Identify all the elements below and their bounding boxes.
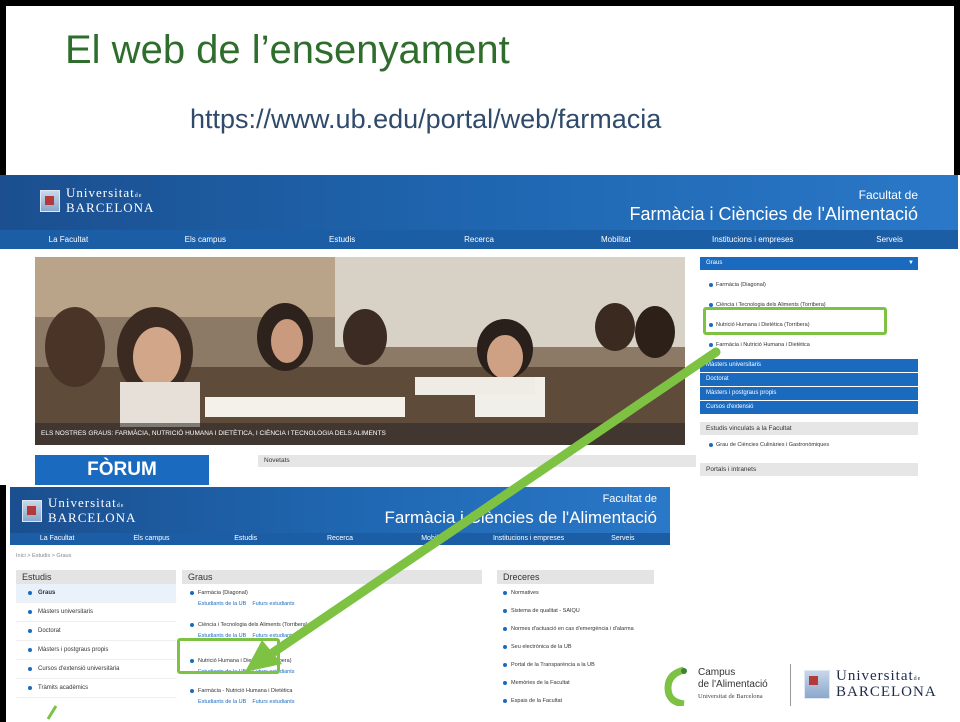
grau-block: Farmàcia - Nutrició Humana i Dietètica E… bbox=[182, 686, 482, 710]
nav-item[interactable]: Els campus bbox=[104, 533, 198, 545]
estudis-item[interactable]: Cursos d'extensió universitària bbox=[16, 660, 176, 679]
news-header: Novetats bbox=[258, 455, 696, 467]
ub-logo[interactable]: Universitatde BARCELONA bbox=[40, 185, 155, 215]
ub-logo-text: Universitatde BARCELONA bbox=[66, 185, 155, 215]
linked-studies-header: Estudis vinculats a la Facultat bbox=[700, 422, 918, 435]
nav-item[interactable]: Serveis bbox=[821, 230, 958, 249]
breadcrumb[interactable]: Inici > Estudis > Graus bbox=[16, 553, 71, 559]
ub-logo[interactable]: Universitatde BARCELONA bbox=[22, 495, 137, 525]
forum-banner[interactable]: FÒRUM bbox=[35, 455, 209, 485]
nav-item[interactable]: Institucions i empreses bbox=[684, 230, 821, 249]
grau-block: Farmàcia (Diagonal) Estudiants de la UB F… bbox=[182, 588, 482, 612]
site-header: Universitatde BARCELONA Facultat de Farm… bbox=[0, 175, 958, 230]
ub-shield-icon bbox=[22, 500, 42, 522]
slide-url[interactable]: https://www.ub.edu/portal/web/farmacia bbox=[190, 104, 661, 135]
grau-link[interactable]: Farmàcia i Nutrició Humana i Dietètica bbox=[700, 335, 918, 355]
linked-study-link[interactable]: Grau de Ciències Culinàries i Gastronòmi… bbox=[700, 435, 918, 455]
studies-sidebar: Graus ▼ Farmàcia (Diagonal) Ciència i Te… bbox=[700, 257, 918, 476]
nav-item[interactable]: Mobilitat bbox=[387, 533, 481, 545]
graus-header: Graus bbox=[182, 570, 482, 584]
faculty-name: Facultat de Farmàcia i Ciències de l'Ali… bbox=[384, 493, 657, 527]
chevron-down-icon: ▼ bbox=[908, 260, 914, 266]
grau-name[interactable]: Ciència i Tecnologia dels Aliments (Torr… bbox=[190, 620, 482, 631]
estudis-item-graus[interactable]: Graus bbox=[16, 584, 176, 603]
nav-item[interactable]: Recerca bbox=[293, 533, 387, 545]
highlight-box-homepage bbox=[703, 307, 887, 335]
ub-logo-text: Universitatde BARCELONA bbox=[48, 495, 137, 525]
faculty-name: Facultat de Farmàcia i Ciències de l'Ali… bbox=[629, 188, 918, 224]
nav-item[interactable]: Estudis bbox=[199, 533, 293, 545]
sidebar-bar[interactable]: Cursos d'extensió bbox=[700, 401, 918, 414]
estudis-item[interactable]: Màsters i postgraus propis bbox=[16, 641, 176, 660]
graus-dropdown[interactable]: Graus ▼ bbox=[700, 257, 918, 270]
grau-name[interactable]: Farmàcia (Diagonal) bbox=[190, 588, 482, 599]
slide: El web de l’ensenyament https://www.ub.e… bbox=[0, 0, 960, 722]
ub-footer-logo-text: Universitatde BARCELONA bbox=[836, 668, 937, 700]
nav-item[interactable]: Institucions i empreses bbox=[481, 533, 575, 545]
nav-item[interactable]: Mobilitat bbox=[547, 230, 684, 249]
shortcut-link[interactable]: Normatives bbox=[497, 584, 654, 602]
estudis-panel: Estudis Graus Màsters universitaris Doct… bbox=[16, 570, 176, 698]
estudis-item[interactable]: Doctorat bbox=[16, 622, 176, 641]
nav-item[interactable]: La Facultat bbox=[10, 533, 104, 545]
nav-item[interactable]: La Facultat bbox=[0, 230, 137, 249]
grau-link[interactable]: Farmàcia (Diagonal) bbox=[700, 275, 918, 295]
main-nav: La Facultat Els campus Estudis Recerca M… bbox=[0, 230, 958, 249]
shortcut-link[interactable]: Seu electrònica de la UB bbox=[497, 638, 654, 656]
shortcut-link[interactable]: Normes d'actuació en cas d'emergència i … bbox=[497, 620, 654, 638]
sidebar-bar[interactable]: Màsters universitaris bbox=[700, 359, 918, 372]
grau-name[interactable]: Farmàcia - Nutrició Humana i Dietètica bbox=[190, 686, 482, 697]
hero-caption: ELS NOSTRES GRAUS: FARMÀCIA, NUTRICIÓ HU… bbox=[35, 423, 685, 445]
slide-frame-top bbox=[0, 0, 960, 6]
classroom-photo bbox=[35, 257, 685, 445]
future-students-link[interactable]: Futurs estudiants bbox=[252, 699, 294, 705]
estudis-item[interactable]: Tràmits acadèmics bbox=[16, 679, 176, 698]
dreceres-header: Dreceres bbox=[497, 570, 654, 584]
graus-page-screenshot: Universitatde BARCELONA Facultat de Farm… bbox=[10, 487, 670, 722]
slide-title: El web de l’ensenyament bbox=[65, 28, 510, 72]
logo-divider bbox=[790, 664, 791, 706]
nav-item[interactable]: Serveis bbox=[576, 533, 670, 545]
ub-shield-icon bbox=[40, 190, 60, 212]
shortcut-link[interactable]: Portal de la Transparència a la UB bbox=[497, 656, 654, 674]
ub-students-link[interactable]: Estudiants de la UB bbox=[198, 601, 246, 607]
shortcut-link[interactable]: Memòries de la Facultat bbox=[497, 674, 654, 692]
campus-logo-text: Campus de l'Alimentació Universitat de B… bbox=[698, 667, 768, 700]
ub-footer-logo: Universitatde BARCELONA bbox=[804, 668, 937, 700]
campus-logo-icon bbox=[664, 666, 687, 706]
estudis-item[interactable]: Màsters universitaris bbox=[16, 603, 176, 622]
portals-header: Portals i intranets bbox=[700, 463, 918, 476]
nav-item[interactable]: Estudis bbox=[274, 230, 411, 249]
future-students-link[interactable]: Futurs estudiants bbox=[252, 601, 294, 607]
shortcut-link[interactable]: Sistema de qualitat - SAIQU bbox=[497, 602, 654, 620]
highlight-box-graus-page bbox=[177, 638, 280, 674]
shortcut-link[interactable]: Espais de la Facultat bbox=[497, 692, 654, 710]
estudis-header: Estudis bbox=[16, 570, 176, 584]
footer-logos: Campus de l'Alimentació Universitat de B… bbox=[664, 658, 954, 718]
nav-item[interactable]: Els campus bbox=[137, 230, 274, 249]
nav-item[interactable]: Recerca bbox=[411, 230, 548, 249]
ub-students-link[interactable]: Estudiants de la UB bbox=[198, 699, 246, 705]
sidebar-bar[interactable]: Màsters i postgraus propis bbox=[700, 387, 918, 400]
site-header: Universitatde BARCELONA Facultat de Farm… bbox=[10, 487, 670, 533]
hero-image[interactable]: ELS NOSTRES GRAUS: FARMÀCIA, NUTRICIÓ HU… bbox=[35, 257, 685, 445]
sidebar-bar[interactable]: Doctorat bbox=[700, 373, 918, 386]
dreceres-panel: Dreceres Normatives Sistema de qualitat … bbox=[497, 570, 654, 710]
slide-frame-right bbox=[954, 0, 960, 175]
main-nav: La Facultat Els campus Estudis Recerca M… bbox=[10, 533, 670, 545]
ub-shield-icon bbox=[804, 670, 830, 699]
